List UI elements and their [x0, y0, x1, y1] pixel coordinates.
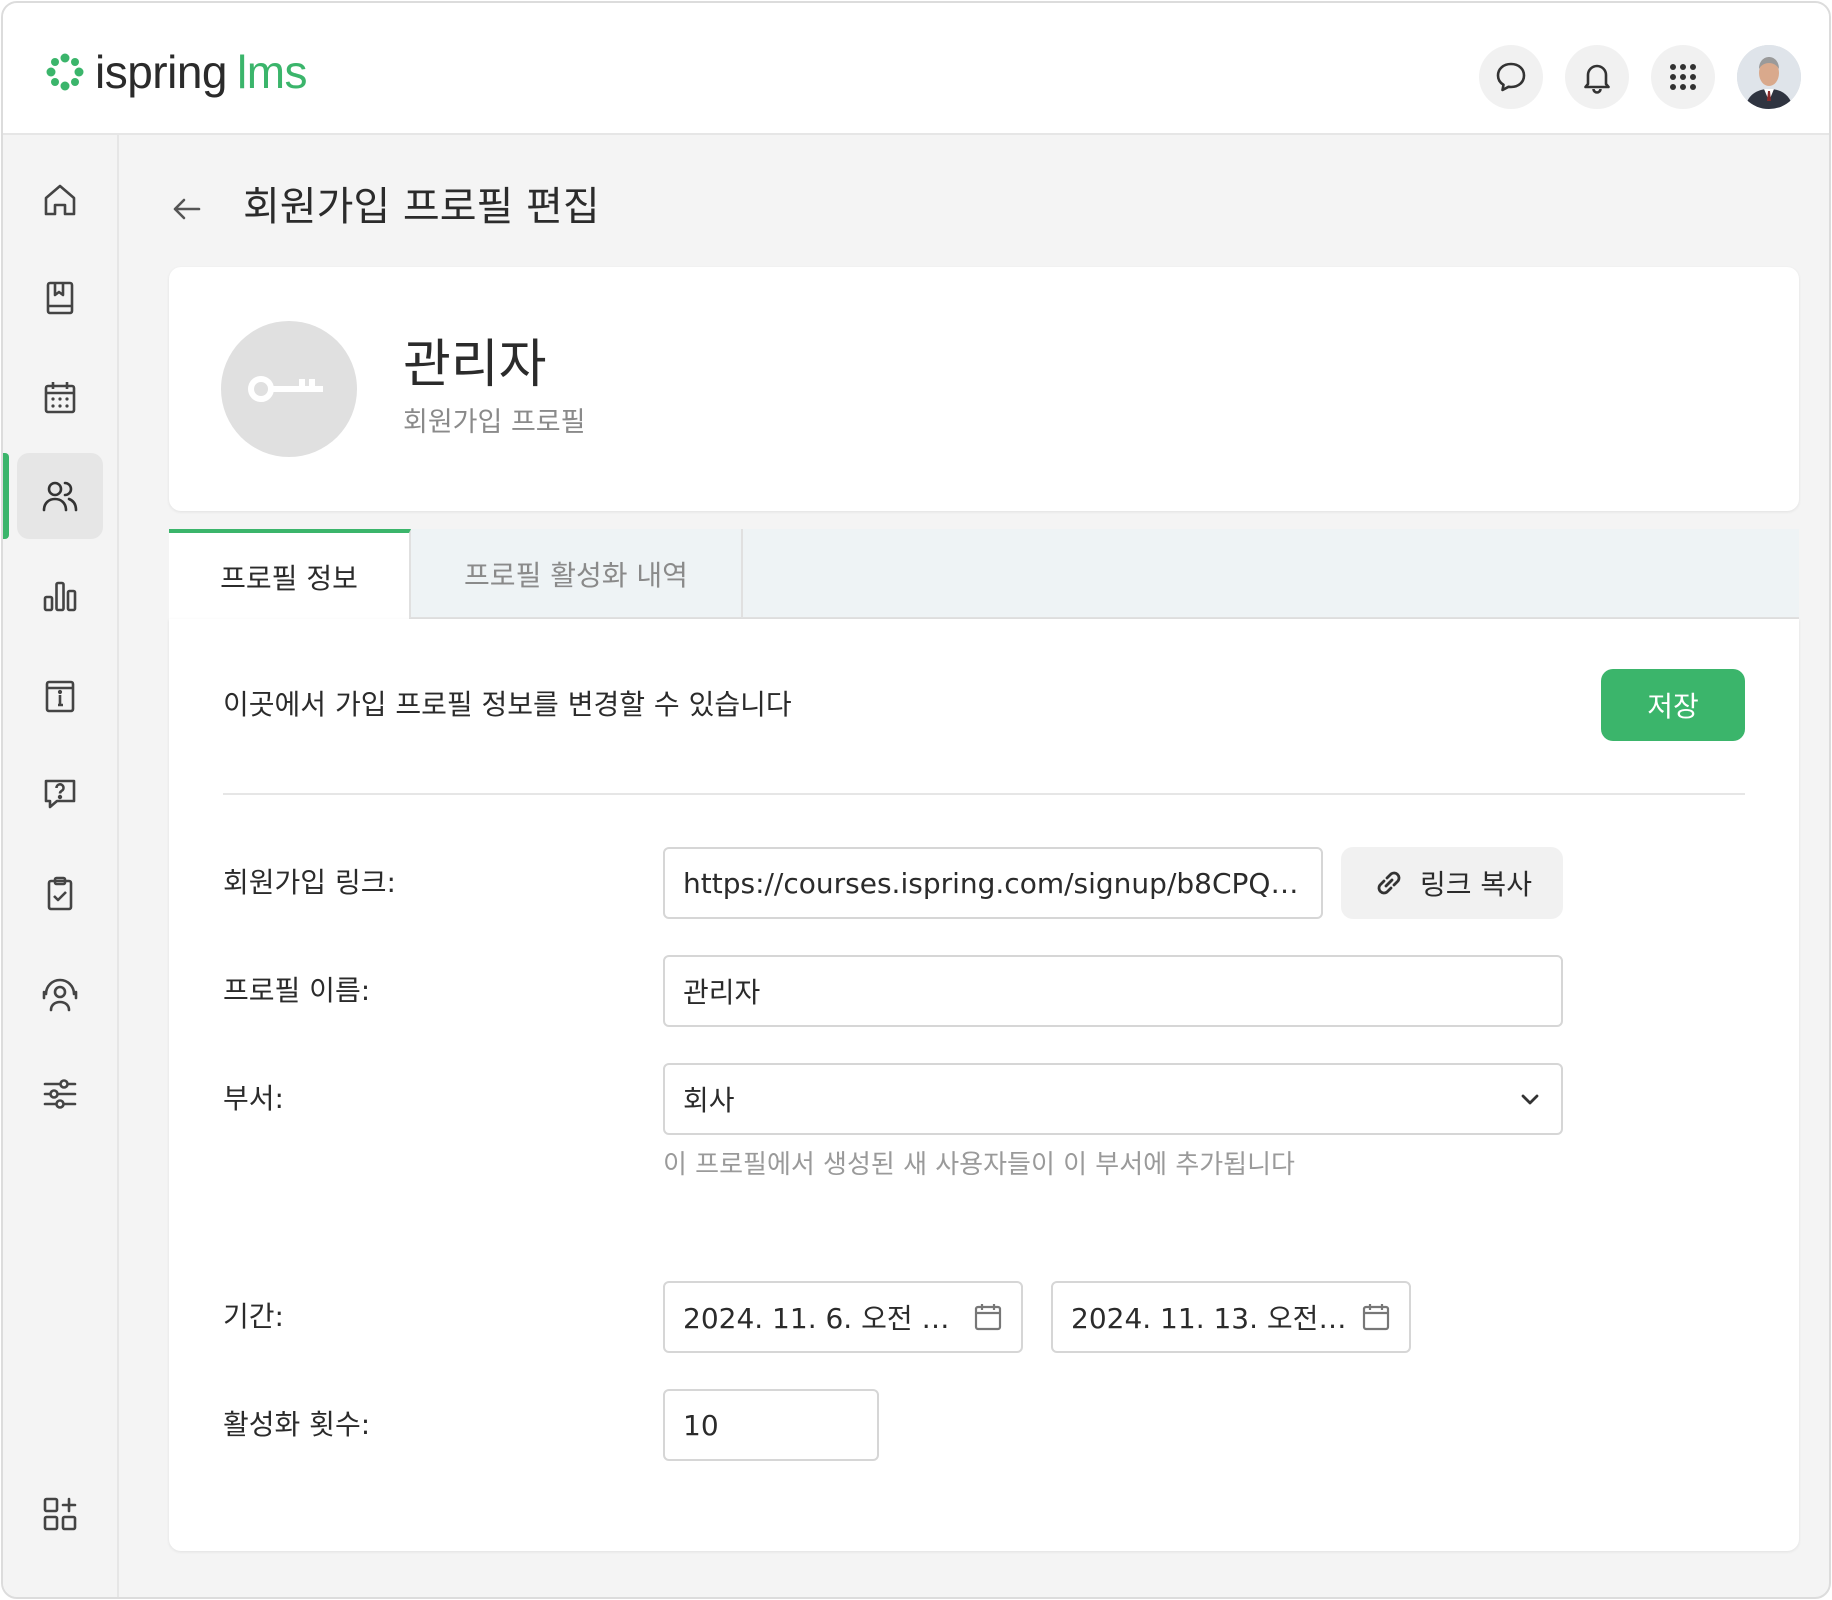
signup-link-value: https://courses.ispring.com/signup/b8CPQ… — [683, 866, 1303, 900]
tab-bar: 프로필 정보 프로필 활성화 내역 — [169, 529, 1799, 621]
home-icon — [44, 184, 76, 216]
signup-link-label: 회원가입 링크: — [223, 866, 396, 899]
period-end-input[interactable]: 2024. 11. 13. 오전 12... — [1051, 1281, 1411, 1353]
book-icon — [46, 281, 74, 315]
activation-count-label: 활성화 횟수: — [223, 1408, 371, 1441]
sliders-icon — [43, 1079, 77, 1109]
sidebar-item-home[interactable] — [17, 157, 103, 243]
headset-icon — [42, 978, 78, 1012]
copy-link-button[interactable]: 링크 복사 — [1341, 847, 1563, 919]
department-label: 부서: — [223, 1082, 284, 1115]
logo-word-ispring: ispring — [95, 46, 228, 98]
department-value: 회사 — [683, 1084, 735, 1117]
activation-count-input[interactable]: 10 — [663, 1389, 879, 1461]
sidebar-item-courses[interactable] — [17, 255, 103, 341]
chat-button[interactable] — [1479, 45, 1543, 109]
period-label: 기간: — [223, 1300, 284, 1333]
app-window: ispring lms 회원가입 프로필 편집 관리자 회원가입 프로필 프로필… — [1, 1, 1831, 1599]
bell-icon — [1584, 64, 1610, 94]
profile-avatar — [221, 321, 357, 457]
profile-name-value: 관리자 — [683, 976, 761, 1009]
period-start-input[interactable]: 2024. 11. 6. 오전 12:... — [663, 1281, 1023, 1353]
copy-link-label: 링크 복사 — [1420, 868, 1532, 901]
add-widget-icon — [43, 1497, 77, 1531]
page-title: 회원가입 프로필 편집 — [243, 184, 600, 230]
sidebar-item-users[interactable] — [17, 453, 103, 539]
calendar-icon — [44, 382, 76, 414]
apps-button[interactable] — [1651, 45, 1715, 109]
ispring-logo[interactable]: ispring lms — [43, 46, 308, 98]
question-icon — [44, 779, 76, 809]
active-nav-indicator — [3, 453, 9, 539]
save-button[interactable]: 저장 — [1601, 669, 1745, 741]
sidebar-item-add-app[interactable] — [17, 1471, 103, 1557]
department-hint: 이 프로필에서 생성된 새 사용자들이 이 부서에 추가됩니다 — [663, 1150, 1295, 1180]
key-icon — [248, 376, 323, 402]
form-intro-text: 이곳에서 가입 프로필 정보를 변경할 수 있습니다 — [223, 688, 792, 721]
notifications-button[interactable] — [1565, 45, 1629, 109]
activation-count-value: 10 — [683, 1408, 719, 1442]
period-start-value: 2024. 11. 6. 오전 12:... — [683, 1302, 963, 1335]
clipboard-check-icon — [47, 876, 73, 911]
department-select[interactable]: 회사 — [663, 1063, 1563, 1135]
profile-form-card: 이곳에서 가입 프로필 정보를 변경할 수 있습니다 저장 회원가입 링크: h… — [169, 619, 1799, 1551]
chat-icon — [1496, 62, 1526, 92]
tab-activation-history[interactable]: 프로필 활성화 내역 — [411, 529, 743, 619]
profile-name-input[interactable]: 관리자 — [663, 955, 1563, 1027]
signup-link-field[interactable]: https://courses.ispring.com/signup/b8CPQ… — [663, 847, 1323, 919]
logo-word-lms: lms — [237, 46, 308, 98]
link-icon — [1377, 871, 1401, 895]
users-icon — [42, 481, 78, 512]
ispring-flower-icon — [46, 53, 84, 91]
back-button[interactable] — [167, 189, 207, 229]
period-end-value: 2024. 11. 13. 오전 12... — [1071, 1302, 1351, 1335]
sidebar-item-help[interactable] — [17, 751, 103, 837]
sidebar-item-tasks[interactable] — [17, 851, 103, 937]
calendar-icon[interactable] — [1361, 1302, 1391, 1332]
bar-chart-icon — [43, 581, 77, 612]
chevron-down-icon — [1521, 1094, 1539, 1105]
profile-name-label: 프로필 이름: — [223, 974, 371, 1007]
sidebar-item-reports[interactable] — [17, 553, 103, 639]
sidebar-item-support[interactable] — [17, 951, 103, 1037]
profile-header-card: 관리자 회원가입 프로필 — [169, 267, 1799, 511]
tab-profile-info[interactable]: 프로필 정보 — [169, 529, 411, 621]
sidebar — [3, 135, 119, 1597]
calendar-icon[interactable] — [973, 1302, 1003, 1332]
top-header: ispring lms — [3, 3, 1829, 135]
sidebar-item-info[interactable] — [17, 653, 103, 739]
logo-text: ispring lms — [95, 46, 308, 98]
profile-subtitle: 회원가입 프로필 — [403, 407, 586, 438]
avatar-photo-icon — [1737, 45, 1801, 109]
sidebar-item-calendar[interactable] — [17, 355, 103, 441]
info-icon — [45, 680, 75, 713]
profile-name: 관리자 — [403, 335, 547, 395]
arrow-left-icon — [173, 198, 201, 220]
apps-grid-icon — [1670, 64, 1696, 90]
user-avatar[interactable] — [1737, 45, 1801, 109]
sidebar-item-settings[interactable] — [17, 1051, 103, 1137]
divider — [223, 793, 1745, 795]
